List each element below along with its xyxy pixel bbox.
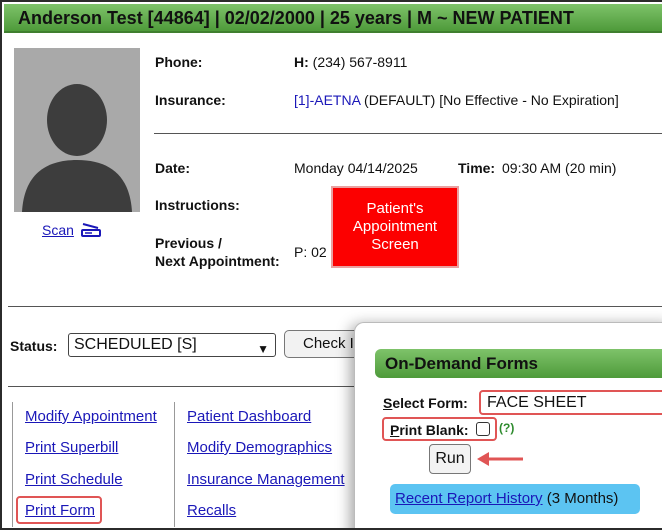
print-blank-label-rest: rint Blank: — [399, 422, 469, 438]
print-blank-option: Print Blank: — [382, 417, 497, 441]
recent-report-history-link[interactable]: Recent Report History — [395, 490, 543, 507]
instructions-label: Instructions: — [155, 197, 240, 213]
print-superbill-link[interactable]: Print Superbill — [25, 439, 118, 456]
status-selected-value: SCHEDULED [S] — [74, 336, 197, 353]
date-value: Monday 04/14/2025 — [294, 160, 418, 176]
chevron-down-icon: ▼ — [257, 342, 269, 356]
on-demand-forms-title: On-Demand Forms — [385, 354, 539, 373]
scanner-icon[interactable] — [80, 222, 102, 238]
date-label: Date: — [155, 160, 191, 176]
on-demand-forms-header: On-Demand Forms — [375, 349, 662, 378]
insurance-detail: (DEFAULT) [No Effective - No Expiration] — [364, 92, 619, 108]
next-appointment-label: Next Appointment: — [155, 253, 280, 269]
select-form-label-rest: elect Form: — [392, 395, 468, 411]
phone-prefix: H: — [294, 54, 309, 70]
appointment-actions-column: Modify Appointment Print Superbill Print… — [12, 402, 172, 527]
modify-demographics-link[interactable]: Modify Demographics — [187, 439, 332, 456]
avatar-silhouette-icon — [14, 48, 140, 212]
patient-photo-placeholder — [14, 48, 140, 212]
divider — [8, 306, 662, 307]
scan-action[interactable]: Scan — [42, 222, 102, 238]
patient-header: Anderson Test [44864] | 02/02/2000 | 25 … — [4, 4, 662, 33]
recent-report-history: Recent Report History (3 Months) — [390, 484, 640, 514]
previous-appointment-value: P: 02 — [294, 244, 327, 260]
divider — [154, 133, 662, 134]
annotation-callout: Patient's Appointment Screen — [331, 186, 459, 268]
previous-label: Previous / — [155, 235, 222, 251]
insurance-link[interactable]: [1]-AETNA — [294, 92, 360, 108]
status-select[interactable]: SCHEDULED [S] ▼ — [68, 333, 276, 357]
scan-link[interactable]: Scan — [42, 222, 74, 238]
appointment-window: Anderson Test [44864] | 02/02/2000 | 25 … — [0, 0, 662, 530]
print-blank-label: Print Blank: — [390, 422, 469, 438]
select-form-accesskey: S — [383, 395, 393, 411]
patient-dashboard-link[interactable]: Patient Dashboard — [187, 408, 311, 425]
print-blank-checkbox[interactable] — [476, 422, 490, 436]
select-form-label: Select Form: — [383, 395, 468, 411]
print-form-link[interactable]: Print Form — [25, 502, 95, 519]
insurance-value: [1]-AETNA (DEFAULT) [No Effective - No E… — [294, 92, 619, 108]
insurance-label: Insurance: — [155, 92, 226, 108]
phone-label: Phone: — [155, 54, 203, 70]
recalls-link[interactable]: Recalls — [187, 502, 236, 519]
on-demand-forms-panel: On-Demand Forms Select Form: FACE SHEET … — [354, 322, 662, 528]
modify-appointment-link[interactable]: Modify Appointment — [25, 408, 157, 425]
insurance-management-link[interactable]: Insurance Management — [187, 471, 345, 488]
status-label: Status: — [10, 338, 58, 354]
history-period: (3 Months) — [546, 490, 619, 507]
time-label: Time: — [458, 160, 496, 176]
phone-number: (234) 567-8911 — [312, 54, 408, 70]
form-select[interactable]: FACE SHEET — [479, 390, 662, 415]
print-schedule-link[interactable]: Print Schedule — [25, 471, 123, 488]
time-value: 09:30 AM (20 min) — [502, 160, 617, 176]
run-button[interactable]: Run — [429, 444, 471, 474]
patient-actions-column: Patient Dashboard Modify Demographics In… — [174, 402, 354, 527]
pointer-arrow-icon — [477, 452, 523, 466]
phone-value: H: (234) 567-8911 — [294, 54, 407, 70]
print-blank-accesskey: P — [390, 422, 400, 438]
patient-header-title: Anderson Test [44864] | 02/02/2000 | 25 … — [18, 8, 574, 28]
help-icon[interactable]: (?) — [499, 421, 514, 435]
